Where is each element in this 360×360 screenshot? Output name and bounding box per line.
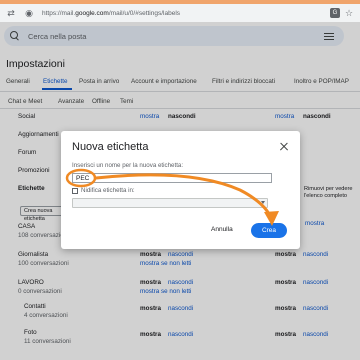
dialog-prompt: Inserisci un nome per la nuova etichetta…	[72, 162, 184, 169]
close-icon[interactable]	[279, 141, 289, 151]
nest-label-row[interactable]: Nidifica etichetta in:	[72, 187, 135, 194]
site-info-icon[interactable]: ◉	[24, 8, 34, 18]
tab-switch-icon[interactable]: ⇄	[6, 8, 16, 18]
dialog-title: Nuova etichetta	[72, 141, 149, 153]
create-button[interactable]: Crea	[251, 223, 287, 238]
new-label-dialog: Nuova etichetta Inserisci un nome per la…	[61, 131, 300, 249]
browser-address-bar[interactable]: ⇄ ◉ https://mail.google.com/mail/u/0/#se…	[0, 4, 360, 22]
bookmark-star-icon[interactable]: ☆	[344, 8, 354, 18]
cancel-button[interactable]: Annulla	[211, 226, 233, 233]
label-name-input[interactable]	[72, 173, 272, 183]
nest-checkbox[interactable]	[72, 187, 78, 194]
parent-label-select[interactable]	[72, 198, 268, 208]
url-text[interactable]: https://mail.google.com/mail/u/0/#settin…	[42, 10, 180, 17]
nest-label-text: Nidifica etichetta in:	[81, 187, 135, 194]
chevron-down-icon	[261, 201, 265, 204]
translate-icon[interactable]: G	[330, 8, 340, 18]
